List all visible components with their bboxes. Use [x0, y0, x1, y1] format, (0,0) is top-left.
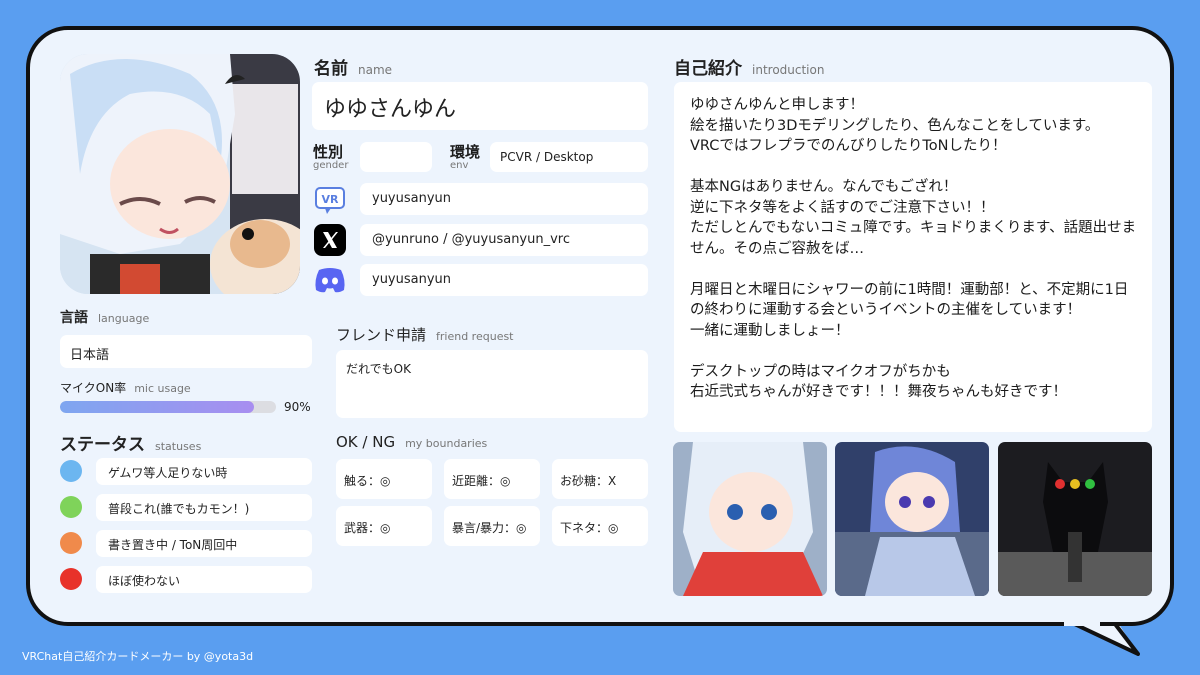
photo-3 — [998, 442, 1152, 596]
social-x-value: @yunruno / @yuyusanyun_vrc — [372, 232, 571, 247]
boundary-item-text: 近距離：◎ — [452, 474, 511, 488]
friend-request-label: フレンド申請 friend request — [336, 324, 514, 345]
boundaries-label-jp: OK / NG — [336, 433, 396, 451]
introduction-text: ゆゆさんゆんと申します！ 絵を描いたり3Dモデリングしたり、色んなことをしていま… — [690, 97, 1137, 400]
status-item: 書き置き中 / ToN周回中 — [96, 530, 312, 557]
footer-credit: VRChat自己紹介カードメーカー by @yota3d — [22, 650, 254, 663]
introduction-label: 自己紹介 introduction — [674, 54, 824, 79]
name-label-jp: 名前 — [314, 59, 348, 79]
env-label: 環境 env — [450, 141, 480, 171]
friend-request-label-jp: フレンド申請 — [336, 326, 427, 344]
language-label: 言語 language — [60, 307, 149, 327]
language-value: 日本語 — [70, 348, 110, 363]
status-item-text: 普段これ(誰でもカモン！) — [108, 502, 250, 516]
friend-request-label-en: friend request — [436, 330, 514, 343]
env-value: PCVR / Desktop — [500, 150, 594, 164]
status-color-dot — [60, 532, 82, 554]
gender-label-jp: 性別 — [313, 143, 344, 161]
mic-value: 90% — [284, 400, 311, 414]
status-item: ほぼ使わない — [96, 566, 312, 593]
mic-progress-bar — [60, 401, 276, 413]
avatar — [60, 54, 300, 294]
mic-progress-fill — [60, 401, 255, 413]
boundary-item-text: お砂糖：X — [560, 474, 617, 488]
boundaries-label-en: my boundaries — [405, 437, 488, 450]
name-value: ゆゆさんゆん — [324, 97, 457, 122]
boundary-item-text: 暴言/暴力：◎ — [452, 521, 527, 535]
boundary-item-text: 下ネタ：◎ — [560, 521, 619, 535]
x-icon — [314, 224, 346, 256]
mic-label: マイクON率 mic usage — [60, 377, 191, 396]
boundary-item: 暴言/暴力：◎ — [444, 506, 540, 546]
friend-request-field: だれでもOK — [336, 350, 648, 418]
social-vrchat-field: yuyusanyun — [360, 183, 648, 215]
boundary-item: 近距離：◎ — [444, 459, 540, 499]
gender-field — [360, 142, 432, 172]
social-x-field: @yunruno / @yuyusanyun_vrc — [360, 224, 648, 256]
boundary-item-text: 武器：◎ — [344, 521, 391, 535]
status-color-dot — [60, 568, 82, 590]
svg-text:VR: VR — [322, 193, 340, 206]
photo-2 — [835, 442, 989, 596]
boundary-item: 触る：◎ — [336, 459, 432, 499]
status-item-text: ほぼ使わない — [108, 574, 181, 588]
env-field: PCVR / Desktop — [490, 142, 648, 172]
statuses-label-en: statuses — [155, 440, 202, 453]
social-vrchat-value: yuyusanyun — [372, 191, 452, 206]
statuses-label-jp: ステータス — [60, 435, 145, 455]
status-item-text: ゲムワ等人足りない時 — [108, 466, 228, 480]
boundary-item: お砂糖：X — [552, 459, 648, 499]
language-label-jp: 言語 — [60, 310, 88, 326]
boundary-item-text: 触る：◎ — [344, 474, 391, 488]
discord-icon — [315, 268, 345, 293]
name-field: ゆゆさんゆん — [312, 82, 648, 130]
status-color-dot — [60, 496, 82, 518]
language-label-en: language — [98, 312, 150, 325]
boundaries-label: OK / NG my boundaries — [336, 432, 487, 451]
status-color-dot — [60, 460, 82, 482]
name-label: 名前 name — [314, 54, 392, 79]
boundary-item: 武器：◎ — [336, 506, 432, 546]
language-field: 日本語 — [60, 335, 312, 368]
photo-1 — [673, 442, 827, 596]
mic-label-en: mic usage — [134, 382, 191, 395]
vrchat-icon: VR — [315, 187, 345, 214]
introduction-label-jp: 自己紹介 — [674, 59, 742, 79]
status-item: 普段これ(誰でもカモン！) — [96, 494, 312, 521]
env-label-jp: 環境 — [450, 143, 481, 161]
social-discord-value: yuyusanyun — [372, 272, 452, 287]
name-label-en: name — [358, 63, 393, 77]
boundary-item: 下ネタ：◎ — [552, 506, 648, 546]
introduction-label-en: introduction — [752, 63, 825, 77]
status-item: ゲムワ等人足りない時 — [96, 458, 312, 485]
gender-label-en: gender — [313, 160, 349, 171]
gender-label: 性別 gender — [313, 141, 348, 171]
friend-request-value: だれでもOK — [346, 362, 411, 376]
social-discord-field: yuyusanyun — [360, 264, 648, 296]
statuses-label: ステータス statuses — [60, 430, 201, 455]
status-item-text: 書き置き中 / ToN周回中 — [108, 538, 238, 552]
tail-joint — [1064, 620, 1100, 626]
avatar-illustration — [60, 54, 300, 294]
mic-label-jp: マイクON率 — [60, 381, 127, 395]
